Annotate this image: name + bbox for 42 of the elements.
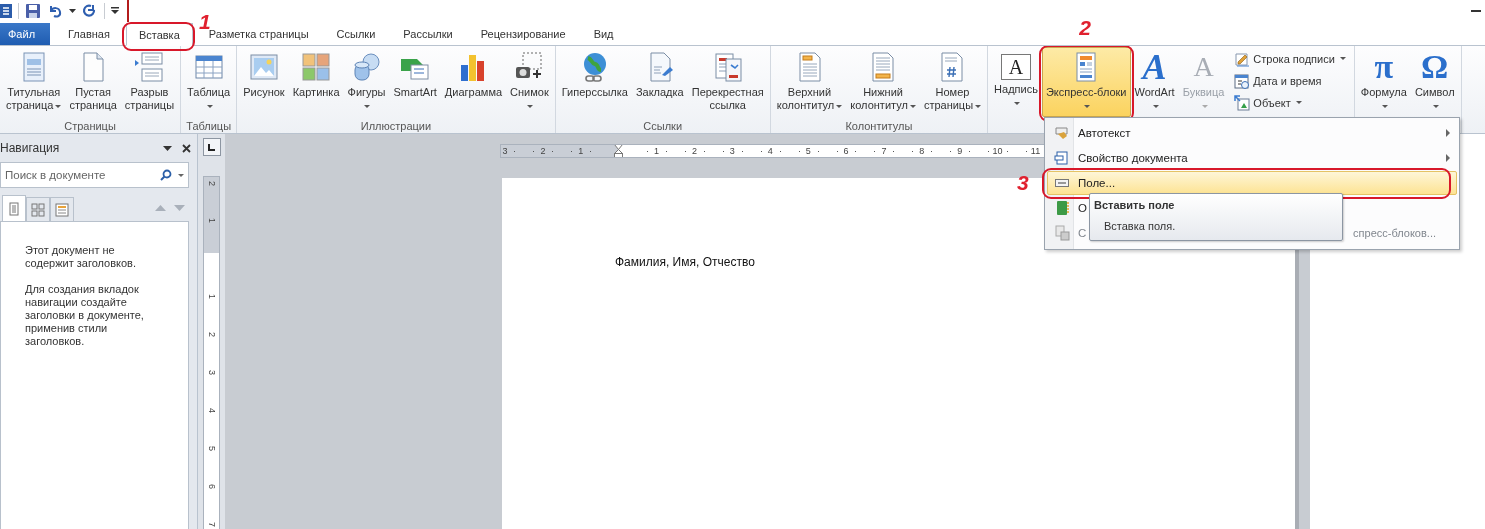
ruler-number: 6 xyxy=(207,483,216,489)
ruler-number: 2 xyxy=(691,146,697,156)
ruler-number: 1 xyxy=(578,146,584,156)
ruler-number: 2 xyxy=(540,146,546,156)
ruler-number: 2 xyxy=(207,332,216,338)
pane-title: Навигация xyxy=(0,141,61,155)
group-label: Колонтитулы xyxy=(844,120,914,133)
pane-message: Для создания вкладок навигации создайте заголовки в документе, применив стили заголовков. xyxy=(25,283,145,348)
ruler-number: 7 xyxy=(881,146,887,156)
group-label: Таблицы xyxy=(185,120,233,133)
ruler-number: 5 xyxy=(207,445,216,451)
group-label: Иллюстрации xyxy=(359,120,433,133)
ruler-number: 4 xyxy=(207,407,216,413)
tooltip-title: Вставить поле xyxy=(1094,199,1176,211)
symbol-icon: Ω xyxy=(1418,51,1451,83)
ruler-number: 3 xyxy=(502,146,508,156)
pane-message: Этот документ не содержит заголовков. xyxy=(25,244,137,270)
drop-cap-icon: A xyxy=(1187,51,1220,83)
ruler-number: 8 xyxy=(919,146,925,156)
tooltip-text: Вставка поля. xyxy=(1104,220,1177,232)
ruler-number: 3 xyxy=(729,146,735,156)
ruler-number: 4 xyxy=(767,146,773,156)
text-box-icon: A xyxy=(1001,54,1031,80)
ruler-number: 1 xyxy=(654,146,660,156)
annotation-number: 3 xyxy=(1017,172,1029,194)
ruler-number: 7 xyxy=(207,521,216,527)
ruler-number: 1 xyxy=(207,218,216,224)
ruler-number: 5 xyxy=(805,146,811,156)
ruler-number: 1 xyxy=(207,294,216,300)
group-label: Страницы xyxy=(63,120,117,133)
ruler-number: 2 xyxy=(207,180,216,186)
ruler-number: 11 xyxy=(1030,146,1041,156)
ruler-number: 6 xyxy=(843,146,849,156)
wordart-icon: A xyxy=(1138,51,1171,83)
ruler-number: 9 xyxy=(957,146,963,156)
document-text: Фамилия, Имя, Отчество xyxy=(615,255,755,269)
group-label: Ссылки xyxy=(642,120,684,133)
ruler-number: 10 xyxy=(992,146,1003,156)
search-placeholder: Поиск в документе xyxy=(5,169,107,181)
formula-icon: π xyxy=(1367,51,1400,83)
ruler-number: 3 xyxy=(207,369,216,375)
annotation-number: 2 xyxy=(1079,17,1091,39)
